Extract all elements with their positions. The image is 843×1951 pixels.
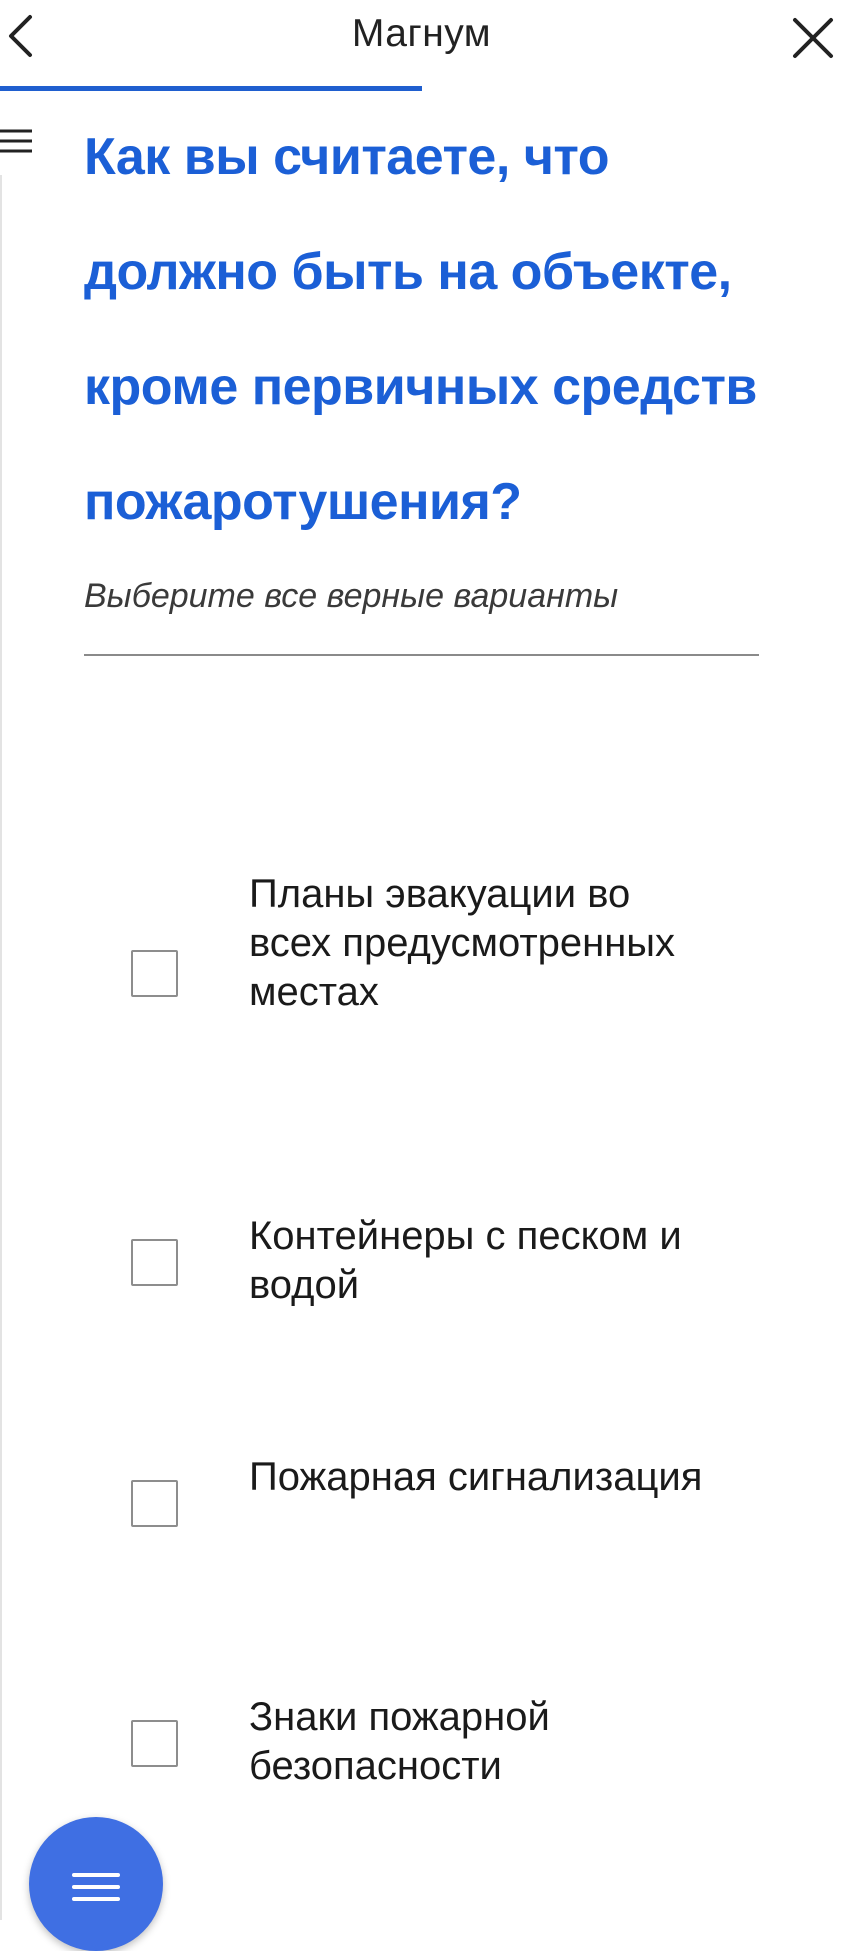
option-label: Планы эвакуации во всех предусмотренных … bbox=[249, 872, 676, 1014]
progress-bar bbox=[0, 86, 843, 91]
question-text: Как вы считаете, что должно быть на объе… bbox=[84, 128, 757, 531]
checkbox[interactable] bbox=[131, 1720, 178, 1767]
top-bar: Магнум bbox=[0, 0, 843, 72]
close-button[interactable] bbox=[783, 8, 843, 68]
close-icon bbox=[793, 18, 833, 58]
checkbox[interactable] bbox=[131, 1480, 178, 1527]
option-item[interactable]: Контейнеры с песком и водой bbox=[0, 1212, 843, 1312]
checkbox[interactable] bbox=[131, 1239, 178, 1286]
menu-icon bbox=[72, 1873, 120, 1901]
divider bbox=[84, 654, 759, 656]
option-label: Пожарная сигнализация bbox=[249, 1455, 703, 1499]
option-item[interactable]: Пожарная сигнализация bbox=[0, 1453, 843, 1553]
page-title: Магнум bbox=[351, 12, 492, 55]
checkbox[interactable] bbox=[131, 950, 178, 997]
option-item[interactable]: Знаки пожарной безопасности bbox=[0, 1693, 843, 1793]
option-label: Знаки пожарной безопасности bbox=[249, 1695, 550, 1788]
option-item[interactable]: Планы эвакуации во всех предусмотренных … bbox=[0, 870, 843, 1070]
question-hint: Выберите все верные варианты bbox=[84, 577, 619, 615]
option-label: Контейнеры с песком и водой bbox=[249, 1214, 682, 1307]
side-menu-button[interactable] bbox=[0, 126, 34, 156]
hamburger-icon bbox=[0, 129, 32, 153]
question-block: Как вы считаете, что должно быть на объе… bbox=[84, 100, 764, 656]
menu-fab-button[interactable] bbox=[29, 1817, 163, 1951]
progress-bar-fill bbox=[0, 86, 422, 91]
